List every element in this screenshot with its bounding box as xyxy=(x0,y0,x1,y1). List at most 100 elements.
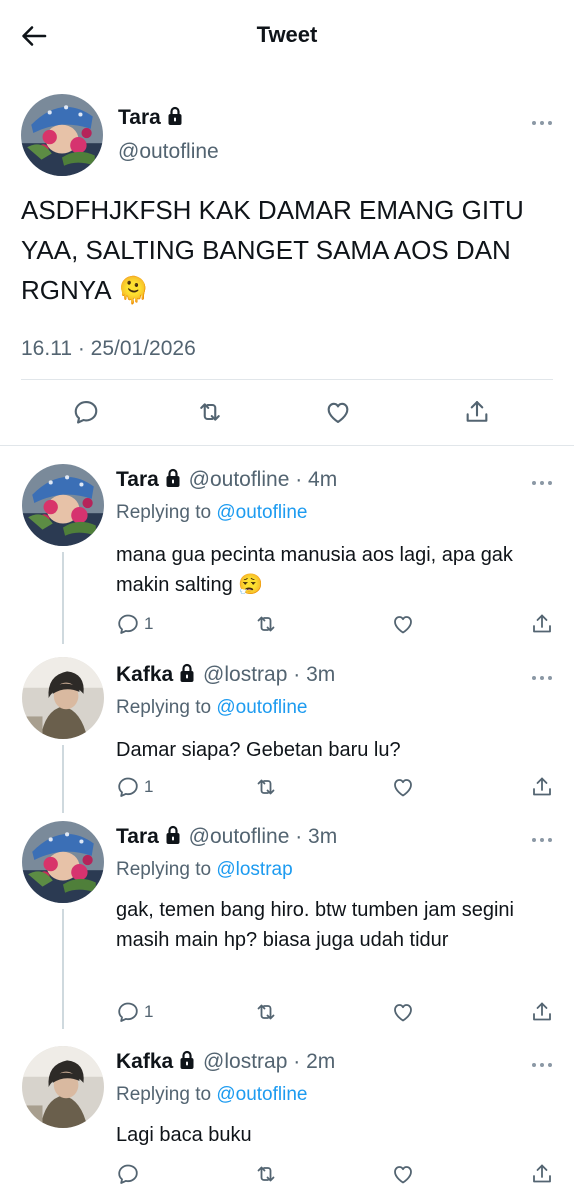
reply-icon xyxy=(116,612,140,636)
reply-button[interactable] xyxy=(116,1162,140,1186)
replying-to: Replying to @lostrap xyxy=(116,859,293,881)
reply-count: 1 xyxy=(144,614,154,633)
replying-to-handle[interactable]: @lostrap xyxy=(216,859,292,880)
avatar[interactable] xyxy=(22,1046,104,1128)
reply-tweet[interactable]: Tara @outofline · 4m Replying to @outofl… xyxy=(0,460,574,650)
reply-count: 1 xyxy=(144,777,154,796)
main-tweet-author[interactable]: Tara xyxy=(118,106,185,130)
author-handle[interactable]: @outofline xyxy=(118,140,219,164)
reply-button[interactable] xyxy=(72,398,100,426)
retweet-button[interactable] xyxy=(254,1162,278,1186)
share-icon xyxy=(463,398,491,426)
share-button[interactable] xyxy=(530,612,554,636)
reply-header: Kafka @lostrap · 3m xyxy=(116,663,335,687)
replying-label: Replying to xyxy=(116,697,212,718)
lock-icon xyxy=(179,1050,195,1070)
more-button[interactable] xyxy=(532,478,556,488)
reply-tweet[interactable]: Kafka @lostrap · 3m Replying to @outofli… xyxy=(0,655,574,815)
share-button[interactable] xyxy=(530,1000,554,1024)
author-name[interactable]: Tara xyxy=(116,468,159,491)
lock-icon xyxy=(165,468,181,488)
share-icon xyxy=(530,775,554,799)
top-bar: Tweet xyxy=(0,0,574,72)
reply-icon xyxy=(72,398,100,426)
avatar[interactable] xyxy=(22,657,104,739)
replying-label: Replying to xyxy=(116,859,212,880)
like-icon xyxy=(391,612,415,636)
share-button[interactable] xyxy=(530,1162,554,1186)
more-button[interactable] xyxy=(532,118,556,128)
tweet-timestamp[interactable]: 16.11 · 25/01/2026 xyxy=(21,337,196,361)
divider xyxy=(21,379,553,380)
lock-icon xyxy=(167,106,183,126)
reply-text: mana gua pecinta manusia aos lagi, apa g… xyxy=(116,544,513,596)
author-handle[interactable]: @outofline xyxy=(189,468,290,491)
share-icon xyxy=(530,1162,554,1186)
like-button[interactable] xyxy=(391,612,415,636)
reply-icon xyxy=(116,775,140,799)
like-button[interactable] xyxy=(391,1000,415,1024)
reply-time[interactable]: · 2m xyxy=(293,1050,335,1073)
author-name[interactable]: Kafka xyxy=(116,1050,173,1073)
avatar[interactable] xyxy=(22,464,104,546)
replying-to-handle[interactable]: @outofline xyxy=(216,1084,307,1105)
author-handle[interactable]: @outofline xyxy=(189,825,290,848)
replying-label: Replying to xyxy=(116,1084,212,1105)
reply-text: Damar siapa? Gebetan baru lu? xyxy=(116,739,401,761)
reply-text: gak, temen bang hiro. btw tumben jam seg… xyxy=(116,899,514,951)
replying-to-handle[interactable]: @outofline xyxy=(216,502,307,523)
like-icon xyxy=(391,1000,415,1024)
tweet-text: ASDFHJKFSH KAK DAMAR EMANG GITU YAA, SAL… xyxy=(21,195,524,305)
like-icon xyxy=(324,398,352,426)
share-icon xyxy=(530,612,554,636)
like-button[interactable] xyxy=(324,398,352,426)
retweet-button[interactable] xyxy=(254,1000,278,1024)
author-handle[interactable]: @lostrap xyxy=(203,663,287,686)
reply-count: 1 xyxy=(144,1002,154,1021)
reply-header: Tara @outofline · 4m xyxy=(116,468,337,492)
like-button[interactable] xyxy=(391,775,415,799)
avatar[interactable] xyxy=(22,821,104,903)
reply-icon xyxy=(116,1000,140,1024)
reply-header: Kafka @lostrap · 2m xyxy=(116,1050,335,1074)
reply-tweet[interactable]: Kafka @lostrap · 2m Replying to @outofli… xyxy=(0,1042,574,1200)
main-action-bar xyxy=(0,398,574,428)
author-name[interactable]: Kafka xyxy=(116,663,173,686)
replying-to: Replying to @outofline xyxy=(116,1084,307,1106)
page-title: Tweet xyxy=(256,22,318,47)
reply-button[interactable]: 1 xyxy=(116,1000,153,1024)
retweet-icon xyxy=(196,398,224,426)
reply-button[interactable]: 1 xyxy=(116,775,153,799)
replying-to: Replying to @outofline xyxy=(116,502,307,524)
thread-line xyxy=(62,552,64,644)
reply-time[interactable]: · 4m xyxy=(295,468,337,491)
more-button[interactable] xyxy=(532,673,556,683)
reply-icon xyxy=(116,1162,140,1186)
reply-tweet[interactable]: Tara @outofline · 3m Replying to @lostra… xyxy=(0,817,574,1032)
reply-header: Tara @outofline · 3m xyxy=(116,825,337,849)
share-button[interactable] xyxy=(463,398,491,426)
retweet-icon xyxy=(254,612,278,636)
retweet-button[interactable] xyxy=(196,398,224,426)
reply-button[interactable]: 1 xyxy=(116,612,153,636)
lock-icon xyxy=(165,825,181,845)
replying-to-handle[interactable]: @outofline xyxy=(216,697,307,718)
author-name[interactable]: Tara xyxy=(116,825,159,848)
thread-line xyxy=(62,909,64,1029)
reply-time[interactable]: · 3m xyxy=(293,663,335,686)
avatar[interactable] xyxy=(21,94,103,176)
author-name[interactable]: Tara xyxy=(118,106,161,129)
more-button[interactable] xyxy=(532,1060,556,1070)
thread-line xyxy=(62,745,64,813)
reply-time[interactable]: · 3m xyxy=(295,825,337,848)
retweet-button[interactable] xyxy=(254,612,278,636)
retweet-icon xyxy=(254,1000,278,1024)
retweet-button[interactable] xyxy=(254,775,278,799)
share-button[interactable] xyxy=(530,775,554,799)
like-icon xyxy=(391,1162,415,1186)
divider xyxy=(0,445,574,446)
like-icon xyxy=(391,775,415,799)
author-handle[interactable]: @lostrap xyxy=(203,1050,287,1073)
more-button[interactable] xyxy=(532,835,556,845)
like-button[interactable] xyxy=(391,1162,415,1186)
